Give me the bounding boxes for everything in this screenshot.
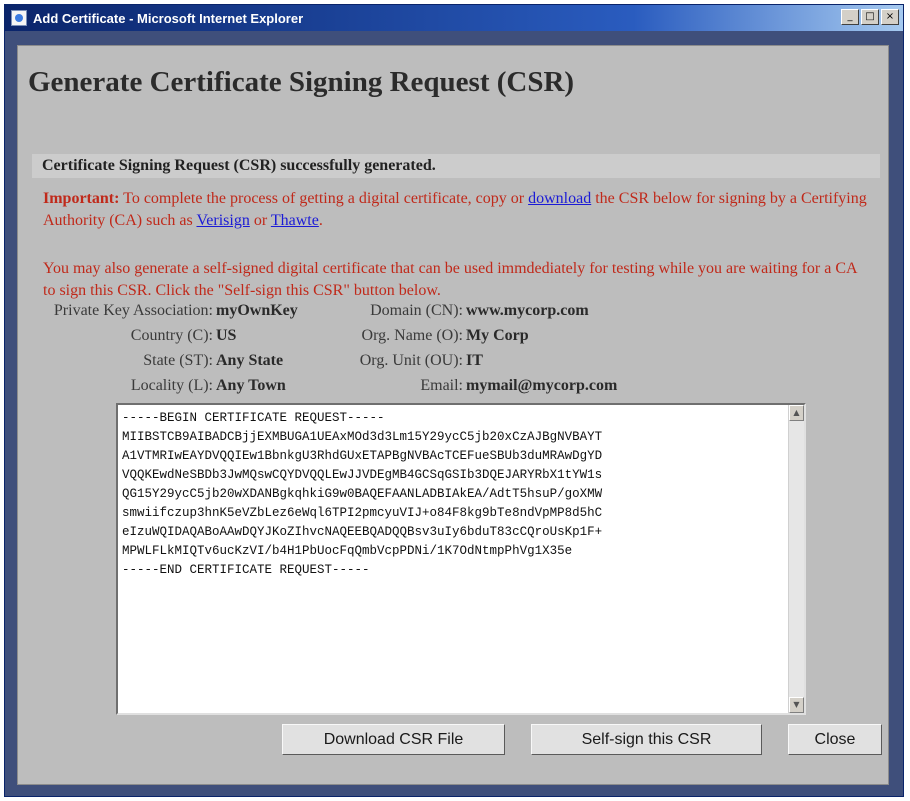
- maximize-button[interactable]: □: [861, 9, 879, 25]
- important-notice: Important: To complete the process of ge…: [43, 188, 873, 232]
- title-bar[interactable]: Add Certificate - Microsoft Internet Exp…: [5, 5, 903, 31]
- important-text-4: .: [318, 212, 323, 229]
- close-window-button[interactable]: ×: [881, 9, 899, 25]
- email-value: mymail@mycorp.com: [466, 377, 618, 394]
- close-button[interactable]: Close: [788, 724, 882, 755]
- country-value: US: [216, 327, 237, 344]
- private-key-value: myOwnKey: [216, 302, 298, 319]
- verisign-link[interactable]: Verisign: [196, 212, 249, 229]
- vertical-scrollbar[interactable]: ▲ ▼: [788, 405, 804, 713]
- domain-label: Domain (CN):: [370, 302, 463, 319]
- important-label: Important:: [43, 190, 120, 207]
- state-value: Any State: [216, 352, 284, 369]
- scroll-down-icon[interactable]: ▼: [789, 697, 804, 713]
- browser-window: Add Certificate - Microsoft Internet Exp…: [4, 4, 904, 797]
- locality-value: Any Town: [216, 377, 286, 394]
- state-label: State (ST):: [143, 352, 213, 369]
- selfsign-note: You may also generate a self-signed digi…: [43, 260, 857, 299]
- scroll-up-icon[interactable]: ▲: [789, 405, 804, 421]
- content-panel: Generate Certificate Signing Request (CS…: [17, 45, 889, 785]
- org-name-label: Org. Name (O):: [361, 327, 463, 344]
- thawte-link[interactable]: Thawte: [271, 212, 319, 229]
- important-text-1: To complete the process of getting a dig…: [123, 190, 525, 207]
- status-message: Certificate Signing Request (CSR) succes…: [42, 157, 436, 174]
- status-bar: Certificate Signing Request (CSR) succes…: [32, 154, 880, 178]
- important-text-3: or: [253, 212, 268, 229]
- download-csr-button[interactable]: Download CSR File: [282, 724, 505, 755]
- org-unit-value: IT: [466, 352, 483, 369]
- window-title: Add Certificate - Microsoft Internet Exp…: [33, 10, 304, 26]
- self-sign-button[interactable]: Self-sign this CSR: [531, 724, 762, 755]
- org-name-value: My Corp: [466, 327, 529, 344]
- page-title: Generate Certificate Signing Request (CS…: [28, 66, 575, 98]
- download-link[interactable]: download: [528, 190, 591, 207]
- csr-content[interactable]: -----BEGIN CERTIFICATE REQUEST----- MIIB…: [122, 409, 602, 580]
- locality-label: Locality (L):: [130, 377, 213, 394]
- email-label: Email:: [420, 377, 463, 394]
- minimize-button[interactable]: _: [841, 9, 859, 25]
- internet-explorer-icon: [11, 10, 27, 26]
- org-unit-label: Org. Unit (OU):: [359, 352, 463, 369]
- country-label: Country (C):: [130, 327, 213, 344]
- csr-textarea[interactable]: -----BEGIN CERTIFICATE REQUEST----- MIIB…: [116, 403, 806, 715]
- domain-value: www.mycorp.com: [466, 302, 589, 319]
- window-controls: _ □ ×: [841, 9, 899, 25]
- private-key-label: Private Key Association:: [53, 302, 213, 319]
